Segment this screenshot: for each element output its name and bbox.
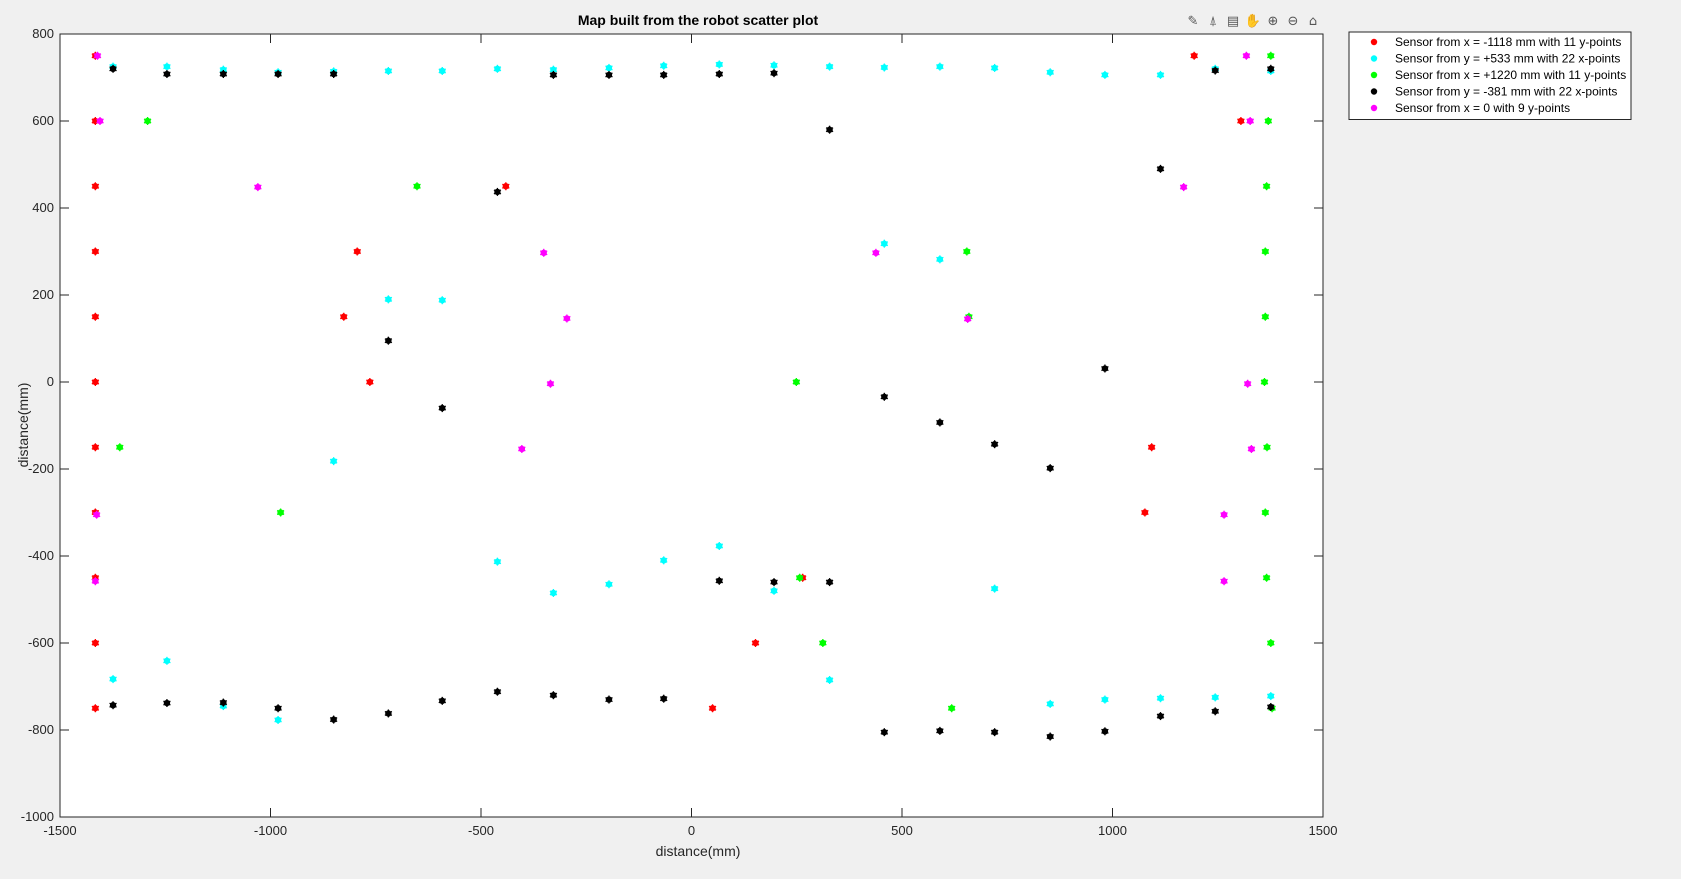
y-tick-label: -600 [28,635,54,650]
plot-area [59,33,1324,818]
y-tick-label: -800 [28,722,54,737]
legend-label: Sensor from x = 0 with 9 y-points [1395,101,1570,115]
legend-marker [1370,88,1378,95]
x-tick-label: 1000 [1098,823,1127,838]
legend[interactable]: Sensor from x = -1118 mm with 11 y-point… [1348,31,1632,120]
x-tick-label: -1000 [254,823,287,838]
legend-entry[interactable]: Sensor from x = +1220 mm with 11 y-point… [1370,68,1626,82]
y-tick-label: 0 [47,374,54,389]
legend-label: Sensor from x = +1220 mm with 11 y-point… [1395,68,1626,82]
legend-marker [1370,55,1378,62]
legend-entry[interactable]: Sensor from y = -381 mm with 22 x-points [1370,85,1618,99]
legend-entry[interactable]: Sensor from x = -1118 mm with 11 y-point… [1370,35,1622,49]
legend-marker [1370,104,1378,112]
y-tick-label: 600 [32,113,54,128]
legend-label: Sensor from y = +533 mm with 22 x-points [1395,52,1620,66]
y-tick-label: -1000 [21,809,54,824]
x-axis-label: distance(mm) [656,843,741,859]
legend-marker [1370,71,1378,79]
x-tick-label: 0 [688,823,695,838]
x-tick-label: -1500 [43,823,76,838]
chart-title: Map built from the robot scatter plot [578,12,819,28]
y-tick-label: -200 [28,461,54,476]
x-tick-label: 500 [891,823,913,838]
scatter-chart: Map built from the robot scatter plot di… [15,12,1632,859]
y-tick-label: 800 [32,26,54,41]
legend-entry[interactable]: Sensor from x = 0 with 9 y-points [1370,101,1570,115]
legend-entry[interactable]: Sensor from y = +533 mm with 22 x-points [1370,52,1621,66]
x-tick-label: 1500 [1309,823,1338,838]
y-axis-label: distance(mm) [15,383,31,468]
figure-window: ✎ ⍋ ▤ ✋ ⊕ ⊖ ⌂ Map built from the robot scatter… [0,0,1681,879]
x-tick-label: -500 [468,823,494,838]
y-tick-label: -400 [28,548,54,563]
legend-label: Sensor from x = -1118 mm with 11 y-point… [1395,35,1621,49]
y-tick-label: 200 [32,287,54,302]
legend-marker [1370,38,1378,46]
y-tick-label: 400 [32,200,54,215]
legend-label: Sensor from y = -381 mm with 22 x-points [1395,85,1617,99]
